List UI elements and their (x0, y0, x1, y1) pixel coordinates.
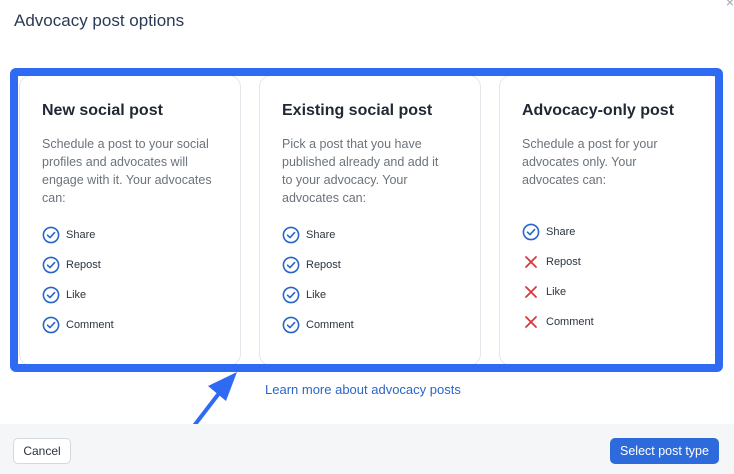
advocacy-dialog: Advocacy post options × New social post … (0, 0, 734, 474)
cancel-button[interactable]: Cancel (13, 438, 71, 464)
select-post-type-button[interactable]: Select post type (610, 438, 719, 464)
annotation-arrow (158, 372, 237, 472)
